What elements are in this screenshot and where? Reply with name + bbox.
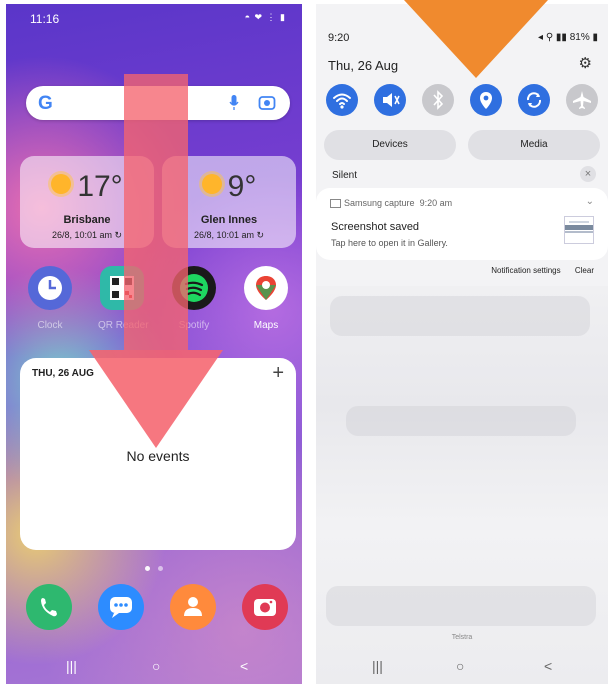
- silent-section-label: Silent: [332, 170, 358, 181]
- home-button[interactable]: ○: [456, 658, 464, 674]
- page-dot: [158, 566, 163, 571]
- airplane-icon: [573, 91, 591, 109]
- dismiss-silent-icon[interactable]: ×: [580, 166, 596, 182]
- app-label: Maps: [253, 320, 279, 331]
- google-logo: G: [38, 93, 53, 114]
- app-label: Clock: [37, 320, 63, 331]
- mute-icon: [383, 93, 400, 107]
- dock-camera[interactable]: [242, 584, 288, 630]
- gallery-icon: [330, 199, 341, 208]
- dock-phone[interactable]: [26, 584, 72, 630]
- notification-shade: 9:20 ◂ ⚲ ▮▮ 81% ▮ Thu, 26 Aug ⚙ Devices …: [316, 4, 608, 684]
- devices-button[interactable]: Devices: [324, 130, 456, 160]
- notification-app: Samsung capture 9:20 am: [344, 198, 453, 208]
- notification-actions: Notification settings Clear: [491, 266, 594, 275]
- navigation-bar: ||| ○ <: [6, 644, 302, 684]
- microphone-icon[interactable]: [229, 95, 239, 111]
- location-icon: [480, 92, 492, 109]
- page-indicator: [6, 558, 302, 576]
- rotate-icon: [526, 92, 542, 108]
- recents-button[interactable]: |||: [66, 658, 77, 674]
- status-time: 11:16: [30, 12, 60, 26]
- back-button[interactable]: <: [240, 658, 248, 674]
- qs-location[interactable]: [470, 84, 502, 116]
- carrier-label: Telstra: [451, 634, 473, 641]
- qs-wifi[interactable]: [326, 84, 358, 116]
- no-events-text: No events: [126, 448, 190, 464]
- maps-icon: [244, 266, 288, 310]
- qs-sound[interactable]: [374, 84, 406, 116]
- app-clock[interactable]: Clock: [26, 266, 74, 331]
- add-event-button[interactable]: +: [272, 362, 284, 385]
- lens-camera-icon[interactable]: [258, 94, 276, 112]
- notification-card[interactable]: Samsung capture 9:20 am ⌄ Screenshot sav…: [316, 188, 608, 260]
- bluetooth-icon: [433, 90, 444, 110]
- wifi-icon: [333, 93, 351, 109]
- contacts-icon: [184, 597, 202, 616]
- recents-button[interactable]: |||: [372, 658, 383, 674]
- page-dot-active: [145, 566, 150, 571]
- app-maps[interactable]: Maps: [242, 266, 290, 331]
- notification-title: Screenshot saved: [331, 221, 420, 233]
- settings-gear-icon[interactable]: ⚙: [579, 54, 592, 72]
- swipe-down-arrow-shaft: [124, 74, 188, 350]
- status-icons: ◓ ❤ ⋮ ▮: [244, 12, 286, 22]
- status-time: 9:20: [328, 32, 350, 44]
- back-button[interactable]: <: [544, 658, 552, 674]
- qs-auto-rotate[interactable]: [518, 84, 550, 116]
- screenshot-thumbnail: [564, 216, 594, 244]
- home-button[interactable]: ○: [152, 658, 160, 674]
- status-bar: 11:16 ◓ ❤ ⋮ ▮: [6, 4, 302, 32]
- home-screen: 11:16 ◓ ❤ ⋮ ▮ G 17° Brisbane 26/8, 10:01…: [6, 4, 302, 684]
- notification-body: Tap here to open it in Gallery.: [331, 238, 448, 248]
- notification-settings-link[interactable]: Notification settings: [491, 266, 560, 275]
- dock-messages[interactable]: [98, 584, 144, 630]
- messages-icon: [110, 597, 132, 618]
- phone-icon: [41, 598, 57, 617]
- qs-airplane[interactable]: [566, 84, 598, 116]
- sun-icon: [51, 174, 72, 195]
- blurred-background: [316, 286, 608, 684]
- shade-date: Thu, 26 Aug: [328, 58, 399, 73]
- expand-chevron-icon[interactable]: ⌄: [586, 196, 594, 207]
- sun-icon: [201, 174, 222, 195]
- camera-icon: [254, 599, 276, 616]
- clock-icon: [28, 266, 72, 310]
- dock-contacts[interactable]: [170, 584, 216, 630]
- calendar-date: THU, 26 AUG: [32, 368, 94, 379]
- clear-notifications-button[interactable]: Clear: [575, 266, 594, 275]
- swipe-down-arrow-head: [89, 350, 223, 448]
- pointer-arrow-down: [404, 0, 548, 78]
- media-button[interactable]: Media: [468, 130, 600, 160]
- qs-bluetooth[interactable]: [422, 84, 454, 116]
